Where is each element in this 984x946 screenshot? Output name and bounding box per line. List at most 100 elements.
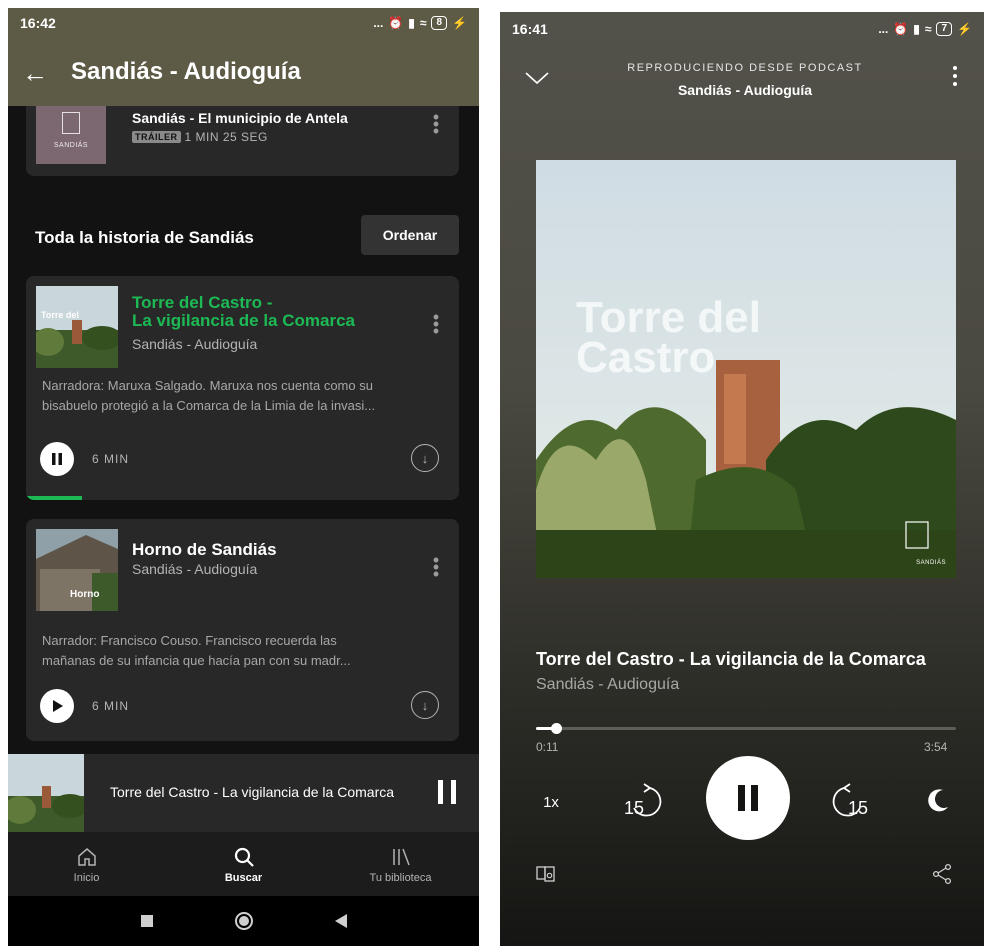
bottom-navigation: Inicio Buscar Tu biblioteca <box>8 832 479 896</box>
mini-player[interactable]: Torre del Castro - La vigilancia de la C… <box>8 754 479 832</box>
skip-back-button[interactable]: 15 <box>620 778 668 822</box>
episode-author: Sandiás - Audioguía <box>132 336 258 352</box>
nav-home[interactable]: Inicio <box>8 832 165 896</box>
alarm-icon: ⏰ <box>893 22 909 36</box>
pause-icon <box>738 785 758 811</box>
back-triangle-icon[interactable] <box>334 913 348 929</box>
episode-title: Torre del Castro - <box>132 293 273 312</box>
home-icon <box>77 848 96 866</box>
skip-forward-value: 15 <box>848 798 868 818</box>
status-bar: 16:41 ... ⏰ ▮ ≈ 7 ⚡ <box>500 14 984 44</box>
podcast-screen: 16:42 ... ⏰ ▮ ≈ 8 ⚡ ← Sandiás - Audioguí… <box>8 8 479 946</box>
charging-icon: ⚡ <box>957 22 972 36</box>
nav-search[interactable]: Buscar <box>165 832 322 896</box>
download-button[interactable]: ↓ <box>411 444 439 472</box>
track-author: Sandiás - Audioguía <box>536 676 680 693</box>
cover-title: Torre del Castro <box>576 293 762 382</box>
episode-progress-bar <box>26 496 83 500</box>
wifi-icon: ≈ <box>419 16 427 30</box>
episode-duration: 6 MIN <box>92 699 130 713</box>
cover-logo-label: SANDIÁS <box>916 560 946 566</box>
sort-button[interactable]: Ordenar <box>361 215 459 255</box>
more-options-icon[interactable]: • • • <box>428 308 444 340</box>
share-button[interactable] <box>930 862 954 886</box>
nav-library[interactable]: Tu biblioteca <box>322 832 479 896</box>
playback-speed-button[interactable]: 1x <box>536 787 566 817</box>
episode-thumbnail: Horno <box>36 529 118 611</box>
seek-bar[interactable] <box>536 723 956 734</box>
nav-label: Tu biblioteca <box>369 872 432 884</box>
section-title: Toda la historia de Sandiás <box>35 228 254 247</box>
pause-icon <box>438 780 456 804</box>
download-icon: ↓ <box>421 697 429 713</box>
episode-description-line: bisabuelo protegió a la Comarca de la Li… <box>42 398 376 413</box>
library-icon <box>392 848 410 866</box>
play-icon <box>53 700 63 712</box>
sleep-timer-button[interactable] <box>922 784 954 816</box>
main-pause-button[interactable] <box>706 756 790 840</box>
chevron-down-icon[interactable] <box>524 70 550 91</box>
charging-icon: ⚡ <box>452 16 467 30</box>
download-icon: ↓ <box>421 450 429 466</box>
cover-title-line: Castro <box>576 333 716 382</box>
episode-description-line: mañanas de su infancia que hacía pan con… <box>42 653 351 668</box>
wifi-icon: ≈ <box>924 22 932 36</box>
total-time: 3:54 <box>924 740 948 754</box>
trailer-title: Sandiás - El municipio de Antela <box>132 110 348 126</box>
mini-player-thumbnail <box>8 754 84 832</box>
episode-duration: 6 MIN <box>92 452 130 466</box>
arrow-left-icon[interactable]: ← <box>22 60 48 86</box>
elapsed-time: 0:11 <box>536 740 559 754</box>
download-button[interactable]: ↓ <box>411 691 439 719</box>
tower-logo-icon <box>62 112 80 134</box>
episode-title: Horno de Sandiás <box>132 540 277 559</box>
more-options-icon[interactable]: • • • <box>428 551 444 583</box>
more-dots: ... <box>373 16 384 30</box>
battery-icon: 7 <box>936 22 953 36</box>
moon-icon <box>928 789 948 812</box>
episode-description-line: Narradora: Maruxa Salgado. Maruxa nos cu… <box>42 378 373 393</box>
track-title: Torre del Castro - La vigilancia de la C… <box>536 649 926 669</box>
play-button[interactable] <box>40 689 74 723</box>
recents-icon[interactable] <box>140 914 154 928</box>
mini-pause-button[interactable] <box>436 778 458 811</box>
trailer-card[interactable]: SANDIÁS Sandiás - El municipio de Antela… <box>26 106 459 176</box>
playing-from-name: Sandiás - Audioguía <box>677 82 813 98</box>
page-title: Sandiás - Audioguía <box>71 58 301 85</box>
skip-back-value: 15 <box>624 798 644 818</box>
trailer-thumbnail: SANDIÁS <box>36 106 106 164</box>
share-icon <box>932 863 952 885</box>
nav-label: Buscar <box>224 872 263 884</box>
status-time: 16:41 <box>512 21 548 37</box>
more-options-icon[interactable]: • • • <box>428 108 444 140</box>
episode-description: Narradora: Maruxa Salgado. Maruxa nos cu… <box>42 376 447 416</box>
skip-forward-button[interactable]: 15 <box>826 778 874 822</box>
signal-icon: ▮ <box>913 22 920 36</box>
skip-forward-15-icon: 15 <box>832 783 868 818</box>
pause-button[interactable] <box>40 442 74 476</box>
more-options-icon[interactable] <box>945 66 965 86</box>
episode-card[interactable]: Horno Horno de Sandiás Sandiás - Audiogu… <box>26 519 459 741</box>
devices-icon <box>536 866 555 882</box>
cover-title-line: Torre del <box>576 293 762 342</box>
connect-device-button[interactable] <box>534 862 558 886</box>
trailer-meta: TRÁILER 1 MIN 25 SEG <box>132 130 268 144</box>
cover-art: Torre del Castro SANDIÁS <box>536 160 956 578</box>
seek-handle[interactable] <box>550 723 562 734</box>
trailer-badge: TRÁILER <box>132 131 181 143</box>
home-circle-icon[interactable] <box>234 911 254 931</box>
episode-title-line2: La vigilancia de la Comarca <box>132 311 355 330</box>
thumbnail-label: Horno <box>70 589 100 600</box>
nav-label: Inicio <box>73 872 100 884</box>
episode-thumbnail: Torre del <box>36 286 118 368</box>
status-time: 16:42 <box>20 15 56 31</box>
trailer-duration: 1 MIN 25 SEG <box>184 130 268 144</box>
episode-description-line: Narrador: Francisco Couso. Francisco rec… <box>42 633 337 648</box>
battery-icon: 8 <box>431 16 448 30</box>
mini-player-title: Torre del Castro - La vigilancia de la C… <box>110 784 395 800</box>
episode-card[interactable]: Torre del Torre del Castro - La vigilanc… <box>26 276 459 500</box>
pause-icon <box>52 453 62 465</box>
skip-back-15-icon: 15 <box>624 783 662 818</box>
episode-author: Sandiás - Audioguía <box>132 561 258 577</box>
episode-description: Narrador: Francisco Couso. Francisco rec… <box>42 631 447 671</box>
